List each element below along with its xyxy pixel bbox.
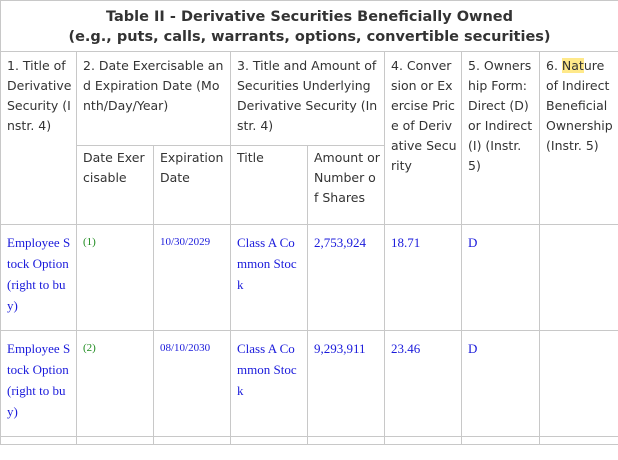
footnote-link[interactable]: (2) [76, 330, 154, 437]
cell-ownership-form: D [461, 224, 540, 331]
cell-amount-shares: 2,753,924 [307, 224, 385, 331]
table-row-partial [0, 436, 618, 445]
search-highlight: Nat [561, 58, 584, 73]
table-cell-empty [384, 436, 462, 445]
header-nature-prefix: 6. [546, 58, 562, 73]
header-nature-of-ownership: 6. Nature of Indirect Beneficial Ownersh… [539, 51, 618, 225]
table-cell-empty [461, 436, 540, 445]
cell-security-title: Employee Stock Option (right to buy) [0, 224, 77, 331]
table-cell-empty [153, 436, 231, 445]
header-conversion-price: 4. Conversion or Exercise Price of Deriv… [384, 51, 462, 225]
cell-expiration-date: 08/10/2030 [153, 330, 231, 437]
cell-underlying-title: Class A Common Stock [230, 224, 308, 331]
table-row: Employee Stock Option (right to buy) (2)… [0, 330, 618, 437]
subheader-expiration-date: Expiration Date [153, 145, 231, 225]
header-date-exercisable-expiration: 2. Date Exercisable and Expiration Date … [76, 51, 231, 146]
cell-exercise-price: 23.46 [384, 330, 462, 437]
table-cell-empty [307, 436, 385, 445]
table-cell-empty [539, 436, 618, 445]
cell-expiration-date: 10/30/2029 [153, 224, 231, 331]
table-title-line-1: Table II - Derivative Securities Benefic… [106, 9, 513, 25]
table-title-line-2: (e.g., puts, calls, warrants, options, c… [68, 29, 551, 45]
table-title: Table II - Derivative Securities Benefic… [0, 0, 618, 52]
table-cell-empty [0, 436, 77, 445]
header-title-of-derivative: 1. Title of Derivative Security (Instr. … [0, 51, 77, 225]
table-cell-empty [230, 436, 308, 445]
table-cell-empty [76, 436, 154, 445]
cell-ownership-form: D [461, 330, 540, 437]
cell-nature-of-ownership [539, 330, 618, 437]
cell-amount-shares: 9,293,911 [307, 330, 385, 437]
subheader-title: Title [230, 145, 308, 225]
subheader-amount-shares: Amount or Number of Shares [307, 145, 385, 225]
header-ownership-form: 5. Ownership Form: Direct (D) or Indirec… [461, 51, 540, 225]
table-row: Employee Stock Option (right to buy) (1)… [0, 224, 618, 331]
header-title-amount-underlying: 3. Title and Amount of Securities Underl… [230, 51, 385, 146]
derivative-securities-section: Table II - Derivative Securities Benefic… [0, 0, 618, 445]
derivative-securities-table: Table II - Derivative Securities Benefic… [0, 0, 618, 445]
footnote-link[interactable]: (1) [76, 224, 154, 331]
cell-nature-of-ownership [539, 224, 618, 331]
cell-underlying-title: Class A Common Stock [230, 330, 308, 437]
cell-security-title: Employee Stock Option (right to buy) [0, 330, 77, 437]
cell-exercise-price: 18.71 [384, 224, 462, 331]
subheader-date-exercisable: Date Exercisable [76, 145, 154, 225]
